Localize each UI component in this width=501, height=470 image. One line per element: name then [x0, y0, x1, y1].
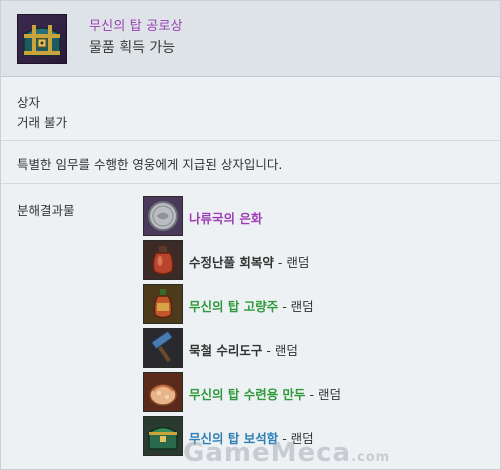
- item-subtitle: 물품 획득 가능: [89, 40, 176, 56]
- item-description-section: 특별한 임무를 수행한 영웅에게 지급된 상자입니다.: [1, 141, 500, 184]
- reward-name: 수정난풀 회복약: [189, 255, 274, 270]
- dumpling-icon: [143, 372, 183, 412]
- item-tooltip: 무신의 탑 공로상 물품 획득 가능 상자 거래 불가 특별한 임무를 수행한 …: [0, 0, 501, 470]
- watermark-main: GameMeca: [183, 438, 352, 468]
- reward-item[interactable]: 무신의 탑 고량주 - 랜덤: [143, 284, 473, 324]
- reward-suffix: - 랜덤: [305, 387, 342, 402]
- repair-hammer-icon: [143, 328, 183, 368]
- liquor-bottle-icon: [143, 284, 183, 324]
- reward-item[interactable]: 무신의 탑 수련용 만두 - 랜덤: [143, 372, 473, 412]
- treasure-chest-icon: [17, 14, 67, 64]
- jewel-box-icon: [143, 416, 183, 456]
- reward-item[interactable]: 묵철 수리도구 - 랜덤: [143, 328, 473, 368]
- watermark-domain: .com: [351, 450, 391, 465]
- item-title: 무신의 탑 공로상: [89, 19, 183, 34]
- reward-suffix: - 랜덤: [262, 343, 298, 358]
- recovery-potion-icon: [143, 240, 183, 280]
- silver-coin-icon: [143, 196, 183, 236]
- reward-name: 무신의 탑 수련용 만두: [189, 387, 306, 402]
- rewards-label: 분해결과물: [17, 203, 75, 218]
- reward-name: 묵철 수리도구: [189, 343, 263, 358]
- reward-name: 무신의 탑 고량주: [189, 299, 279, 314]
- tooltip-header: 무신의 탑 공로상 물품 획득 가능: [1, 1, 500, 77]
- rewards-section: 분해결과물 나류국의 은화 수정난풀 회복약 - 랜덤 무신의 탑 고량주 - …: [1, 184, 500, 470]
- reward-name: 나류국의 은화: [189, 211, 263, 226]
- item-trade-status: 거래 불가: [17, 115, 67, 130]
- watermark-logo: GameMeca.com: [183, 438, 390, 468]
- item-category: 상자: [17, 95, 41, 110]
- reward-suffix: - 랜덤: [278, 299, 314, 314]
- reward-item[interactable]: 나류국의 은화: [143, 196, 473, 236]
- item-info-section: 상자 거래 불가: [1, 78, 500, 141]
- reward-item[interactable]: 수정난풀 회복약 - 랜덤: [143, 240, 473, 280]
- reward-suffix: - 랜덤: [273, 255, 310, 270]
- item-description: 특별한 임무를 수행한 영웅에게 지급된 상자입니다.: [17, 157, 283, 172]
